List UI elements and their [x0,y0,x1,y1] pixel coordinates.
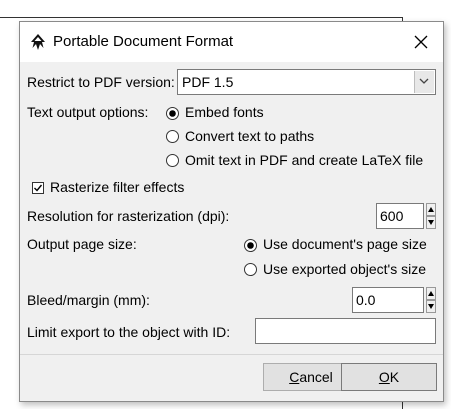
cancel-label: ancel [299,369,333,385]
chevron-down-icon [419,78,429,84]
output-page-size-label: Output page size: [27,236,137,252]
ok-button[interactable]: OK [341,363,437,391]
title-bar[interactable]: Portable Document Format [20,22,443,62]
object-id-input[interactable] [255,318,436,344]
resolution-input[interactable]: 600 [376,203,424,229]
resolution-label: Resolution for rasterization (dpi): [27,208,230,224]
use-exported-object-size-label[interactable]: Use exported object's size [263,261,426,277]
pdf-export-dialog: Portable Document Format Restrict to PDF… [19,21,444,402]
use-document-page-size-label[interactable]: Use document's page size [263,236,427,252]
close-icon[interactable] [407,28,435,56]
rasterize-label[interactable]: Rasterize filter effects [50,179,184,195]
background-window-edge-top [0,17,402,18]
convert-text-to-paths-label[interactable]: Convert text to paths [185,128,314,144]
window-title: Portable Document Format [53,33,234,50]
dropdown-button[interactable] [414,71,434,93]
radio-convert-text-to-paths[interactable] [166,130,179,143]
embed-fonts-label[interactable]: Embed fonts [185,104,264,120]
radio-embed-fonts[interactable] [166,107,179,120]
bleed-margin-value: 0.0 [356,292,376,308]
ok-label: K [389,369,400,385]
resolution-value: 600 [380,208,404,224]
inkscape-logo-icon [31,34,45,50]
pdf-version-label: Restrict to PDF version: [27,74,175,90]
bleed-spin-arrows[interactable] [426,287,436,313]
omit-text-latex-label[interactable]: Omit text in PDF and create LaTeX file [185,152,423,168]
radio-use-exported-object-size[interactable] [244,263,257,276]
radio-omit-text-latex[interactable] [166,154,179,167]
pdf-version-value: PDF 1.5 [182,74,234,90]
rasterize-checkbox[interactable] [32,182,44,194]
radio-use-document-page-size[interactable] [244,239,257,252]
pdf-version-select[interactable]: PDF 1.5 [177,69,436,95]
ok-mnemonic: O [378,369,390,385]
bleed-margin-label: Bleed/margin (mm): [27,292,150,308]
text-output-label: Text output options: [27,104,149,120]
bleed-margin-input[interactable]: 0.0 [352,287,424,313]
button-bar: Cancel OK [20,354,443,401]
cancel-mnemonic: C [289,369,300,385]
resolution-spin-arrows[interactable] [426,203,436,229]
limit-export-id-label: Limit export to the object with ID: [27,324,231,340]
